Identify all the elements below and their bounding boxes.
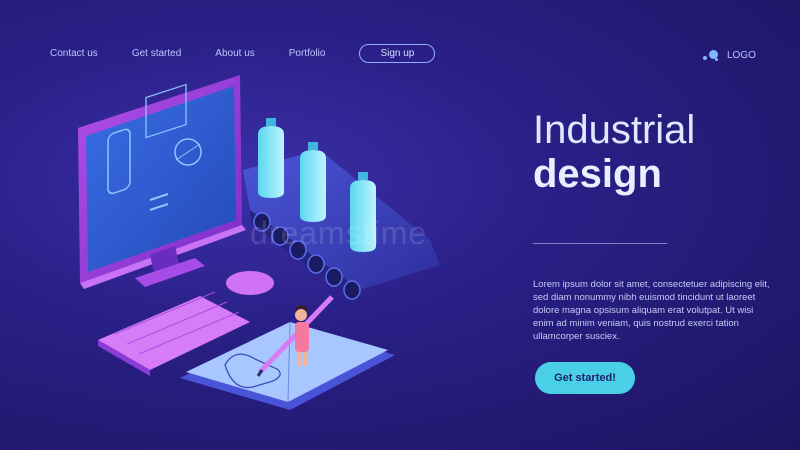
hero-title-line1: Industrial: [533, 108, 696, 152]
monitor: [78, 75, 246, 289]
logo[interactable]: LOGO: [703, 48, 756, 62]
hero-title: Industrial design: [533, 108, 695, 196]
get-started-button[interactable]: Get started!: [535, 362, 635, 394]
logo-icon: [703, 48, 721, 62]
divider: [533, 243, 667, 244]
hero-title-line2: design: [533, 152, 662, 196]
logo-text: LOGO: [727, 49, 756, 61]
watermark: dreamstime: [250, 215, 428, 251]
mouse: [226, 271, 274, 295]
hero-description: Lorem ipsum dolor sit amet, consectetuer…: [533, 278, 770, 343]
landing-page: Contact us Get started About us Portfoli…: [0, 0, 800, 450]
